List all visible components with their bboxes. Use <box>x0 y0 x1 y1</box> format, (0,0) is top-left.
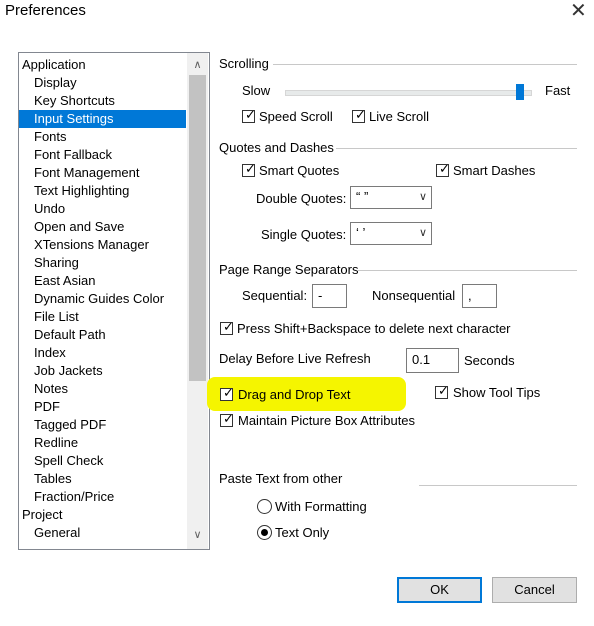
check-icon: ✓ <box>245 162 256 177</box>
live-scroll-label: Live Scroll <box>369 109 429 124</box>
tree-item[interactable]: Open and Save <box>19 218 124 236</box>
tree-item[interactable]: Default Path <box>19 326 106 344</box>
scroll-speed-track[interactable] <box>285 90 532 96</box>
scrolling-heading: Scrolling <box>219 56 269 71</box>
window-title: Preferences <box>5 2 86 19</box>
drag-drop-label: Drag and Drop Text <box>238 387 351 402</box>
tree-item[interactable]: Font Management <box>19 164 140 182</box>
check-icon: ✓ <box>245 108 256 123</box>
slider-slow-label: Slow <box>242 83 271 98</box>
group-divider <box>336 148 577 149</box>
tree-item[interactable]: PDF <box>19 398 60 416</box>
delay-input[interactable]: 0.1 <box>406 348 459 373</box>
nonsequential-label: Nonsequential <box>372 288 456 303</box>
text-only-radio[interactable] <box>257 525 272 540</box>
drag-drop-checkbox[interactable]: ✓ <box>220 386 234 401</box>
quotes-heading: Quotes and Dashes <box>219 140 334 155</box>
maintain-picture-checkbox[interactable]: ✓ <box>220 412 234 427</box>
tree-item[interactable]: Sharing <box>19 254 79 272</box>
cancel-button[interactable]: Cancel <box>492 577 577 603</box>
radio-dot <box>261 529 268 536</box>
smart-quotes-checkbox[interactable]: ✓ <box>242 162 256 177</box>
delay-label: Delay Before Live Refresh <box>219 351 371 366</box>
tree-category[interactable]: Project <box>19 506 62 524</box>
tree-scrollbar[interactable]: ∧ ∨ <box>187 53 208 549</box>
check-icon: ✓ <box>438 384 449 399</box>
text-only-label: Text Only <box>275 525 330 540</box>
scroll-speed-slider[interactable] <box>516 84 525 100</box>
single-quotes-value: ‘ ’ <box>356 225 366 240</box>
shift-backspace-label: Press Shift+Backspace to delete next cha… <box>237 321 511 336</box>
category-tree[interactable]: Application Display Key Shortcuts Input Set… <box>18 52 210 550</box>
tree-item[interactable]: Job Jackets <box>19 362 103 380</box>
group-divider <box>419 485 577 486</box>
sequential-input[interactable]: - <box>312 284 347 308</box>
tree-item[interactable]: Input Settings <box>19 110 186 128</box>
check-icon: ✓ <box>439 162 450 177</box>
tree-item[interactable]: Index <box>19 344 66 362</box>
tree-item[interactable]: Fraction/Price <box>19 488 114 506</box>
group-divider <box>357 270 577 271</box>
check-icon: ✓ <box>223 386 234 401</box>
tree-item[interactable]: Tagged PDF <box>19 416 106 434</box>
tree-item[interactable]: XTensions Manager <box>19 236 149 254</box>
tree-item[interactable]: File List <box>19 308 79 326</box>
ok-button[interactable]: OK <box>397 577 482 603</box>
smart-dashes-checkbox[interactable]: ✓ <box>436 162 450 177</box>
tool-tips-label: Show Tool Tips <box>453 385 541 400</box>
with-formatting-radio[interactable] <box>257 499 272 514</box>
live-scroll-checkbox[interactable]: ✓ <box>352 108 366 123</box>
shift-backspace-checkbox[interactable]: ✓ <box>220 320 234 335</box>
check-icon: ✓ <box>223 412 234 427</box>
double-quotes-select[interactable]: “ ” ∨ <box>350 186 432 209</box>
tree-item[interactable]: Undo <box>19 200 65 218</box>
chevron-down-icon: ∨ <box>418 226 427 239</box>
double-quotes-value: “ ” <box>356 189 369 204</box>
delay-unit-label: Seconds <box>464 353 515 368</box>
tree-item[interactable]: Dynamic Guides Color <box>19 290 164 308</box>
tool-tips-checkbox[interactable]: ✓ <box>435 384 449 399</box>
single-quotes-label: Single Quotes: <box>261 227 347 242</box>
tree-item[interactable]: Spell Check <box>19 452 103 470</box>
tree-item[interactable]: Text Highlighting <box>19 182 129 200</box>
speed-scroll-checkbox[interactable]: ✓ <box>242 108 256 123</box>
smart-dashes-label: Smart Dashes <box>453 163 536 178</box>
with-formatting-label: With Formatting <box>275 499 367 514</box>
tree-item[interactable]: East Asian <box>19 272 95 290</box>
check-icon: ✓ <box>355 108 366 123</box>
check-icon: ✓ <box>223 320 234 335</box>
tree-item[interactable]: Display <box>19 74 77 92</box>
maintain-picture-label: Maintain Picture Box Attributes <box>238 413 416 428</box>
tree-category[interactable]: Application <box>19 56 86 74</box>
scrollbar-thumb[interactable] <box>189 75 206 381</box>
chevron-down-icon: ∨ <box>418 190 427 203</box>
speed-scroll-label: Speed Scroll <box>259 109 333 124</box>
close-icon[interactable]: ✕ <box>570 0 587 22</box>
slider-fast-label: Fast <box>545 83 571 98</box>
tree-item[interactable]: Notes <box>19 380 68 398</box>
scroll-down-icon[interactable]: ∨ <box>187 525 208 545</box>
double-quotes-label: Double Quotes: <box>256 191 347 206</box>
nonsequential-input[interactable]: , <box>462 284 497 308</box>
tree-item[interactable]: Font Fallback <box>19 146 112 164</box>
smart-quotes-label: Smart Quotes <box>259 163 340 178</box>
scroll-up-icon[interactable]: ∧ <box>187 55 208 75</box>
tree-item[interactable]: Redline <box>19 434 78 452</box>
paste-heading: Paste Text from other <box>219 471 343 486</box>
tree-item[interactable]: General <box>19 524 80 542</box>
single-quotes-select[interactable]: ‘ ’ ∨ <box>350 222 432 245</box>
tree-item[interactable]: Key Shortcuts <box>19 92 115 110</box>
tree-item[interactable]: Tables <box>19 470 72 488</box>
group-divider <box>273 64 577 65</box>
page-range-heading: Page Range Separators <box>219 262 359 277</box>
sequential-label: Sequential: <box>242 288 308 303</box>
tree-item[interactable]: Fonts <box>19 128 67 146</box>
